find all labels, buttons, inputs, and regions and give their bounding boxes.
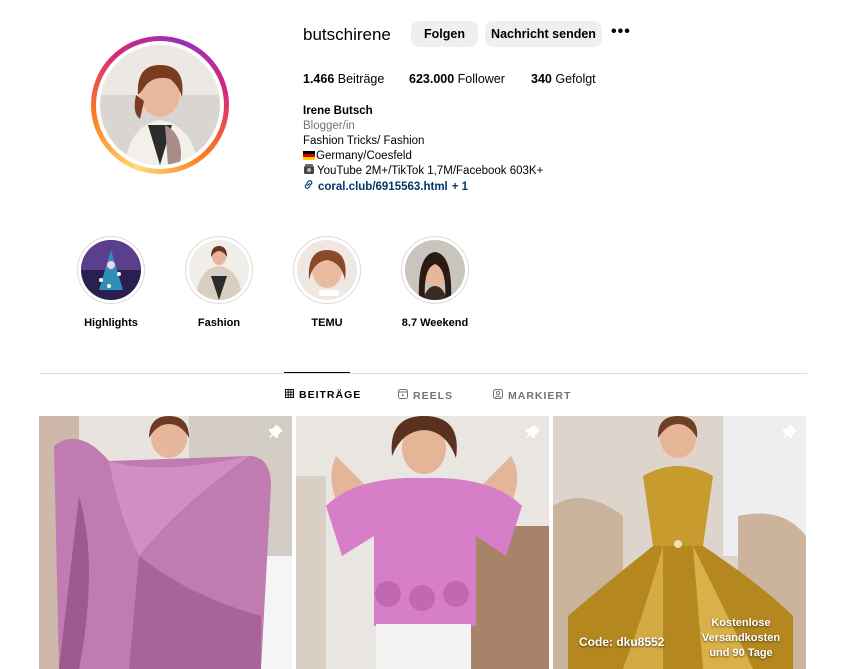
post-thumbnail[interactable]: [39, 416, 292, 669]
highlight-temu[interactable]: TEMU: [293, 236, 361, 329]
tab-posts[interactable]: BEITRÄGE: [285, 389, 361, 401]
following-count-stat[interactable]: 340 Gefolgt: [531, 72, 596, 86]
highlight-label: 8.7 Weekend: [401, 317, 469, 329]
post-overlay-code: Code: dku8552: [579, 635, 665, 649]
reels-icon: [398, 389, 408, 402]
profile-link-text[interactable]: coral.club/6915563.html: [318, 180, 448, 195]
grid-icon: [285, 389, 294, 401]
highlight-cover: [297, 240, 357, 300]
profile-link-more[interactable]: + 1: [452, 180, 468, 195]
profile-link[interactable]: coral.club/6915563.html + 1: [303, 179, 543, 195]
highlight-cover: [405, 240, 465, 300]
profile-avatar-ring[interactable]: [91, 36, 229, 174]
highlight-fashion[interactable]: Fashion: [185, 236, 253, 329]
highlight-cover: [81, 240, 141, 300]
post-thumbnail[interactable]: [296, 416, 549, 669]
bio-line: Fashion Tricks/ Fashion: [303, 135, 425, 147]
followers-count-stat[interactable]: 623.000 Follower: [409, 72, 505, 86]
profile-full-name: Irene Butsch: [303, 105, 373, 117]
highlight-cover: [189, 240, 249, 300]
tagged-icon: [493, 389, 503, 402]
posts-count-stat: 1.466 Beiträge: [303, 72, 385, 86]
more-options-icon[interactable]: •••: [611, 23, 633, 43]
profile-username: butschirene: [303, 25, 391, 44]
send-message-button[interactable]: Nachricht senden: [485, 21, 602, 47]
profile-bio: Irene Butsch Blogger/in Fashion Tricks/ …: [303, 104, 543, 195]
bio-line-social: YouTube 2M+/TikTok 1,7M/Facebook 603K+: [303, 164, 543, 179]
post-thumbnail[interactable]: Code: dku8552 Kostenlose Versandkosten u…: [553, 416, 806, 669]
follow-button[interactable]: Folgen: [411, 21, 478, 47]
highlight-label: Fashion: [197, 317, 241, 329]
highlight-label: TEMU: [311, 317, 343, 329]
post-overlay-shipping: Kostenlose Versandkosten und 90 Tage: [701, 617, 781, 659]
pinned-icon: [525, 424, 541, 440]
profile-category: Blogger/in: [303, 120, 355, 132]
tab-tagged[interactable]: MARKIERT: [493, 389, 571, 402]
active-tab-indicator: [284, 372, 350, 373]
highlight-label: Highlights: [84, 317, 138, 329]
tabs-divider: [39, 373, 807, 374]
pinned-icon: [268, 424, 284, 440]
tab-reels[interactable]: REELS: [398, 389, 453, 402]
profile-avatar: [100, 45, 220, 165]
bio-line-location: Germany/Coesfeld: [303, 149, 543, 164]
germany-flag-icon: [303, 151, 315, 160]
highlight-highlights[interactable]: Highlights: [77, 236, 145, 329]
link-icon: [303, 179, 314, 195]
video-camera-icon: [303, 164, 315, 175]
pinned-icon: [782, 424, 798, 440]
highlight-weekend[interactable]: 8.7 Weekend: [401, 236, 469, 329]
post-image: [39, 416, 292, 669]
post-image: [296, 416, 549, 669]
